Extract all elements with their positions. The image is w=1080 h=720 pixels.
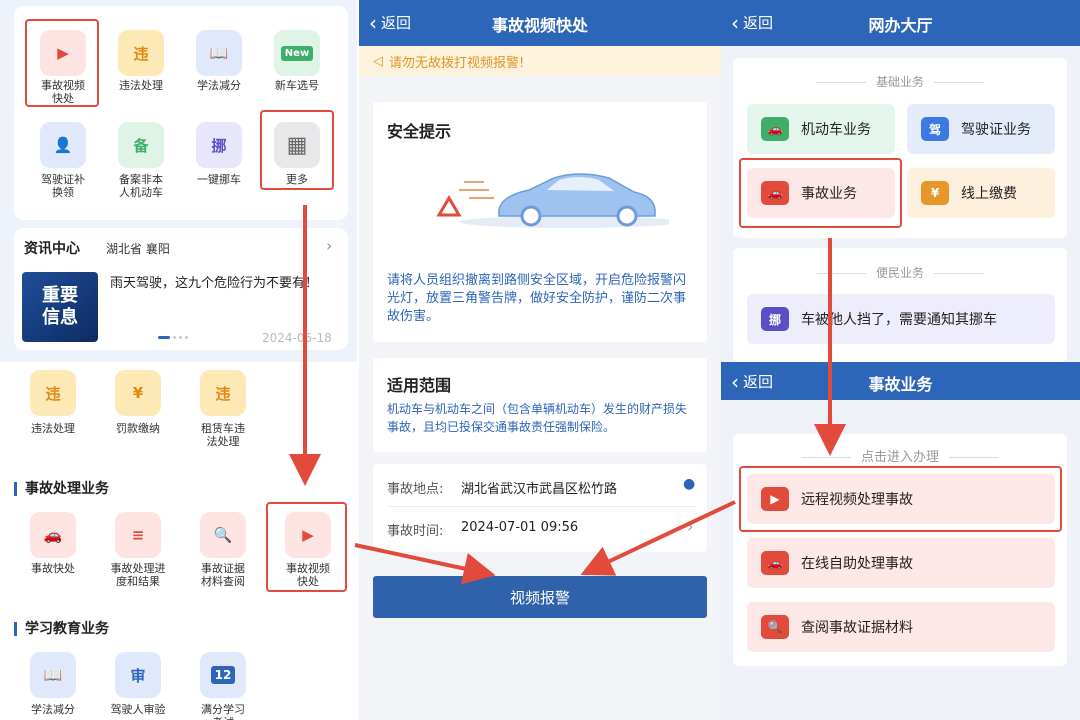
annotation-arrows [289, 205, 846, 585]
arrow-video-to-button [354, 543, 496, 585]
arrow-remote-to-button [580, 500, 736, 576]
